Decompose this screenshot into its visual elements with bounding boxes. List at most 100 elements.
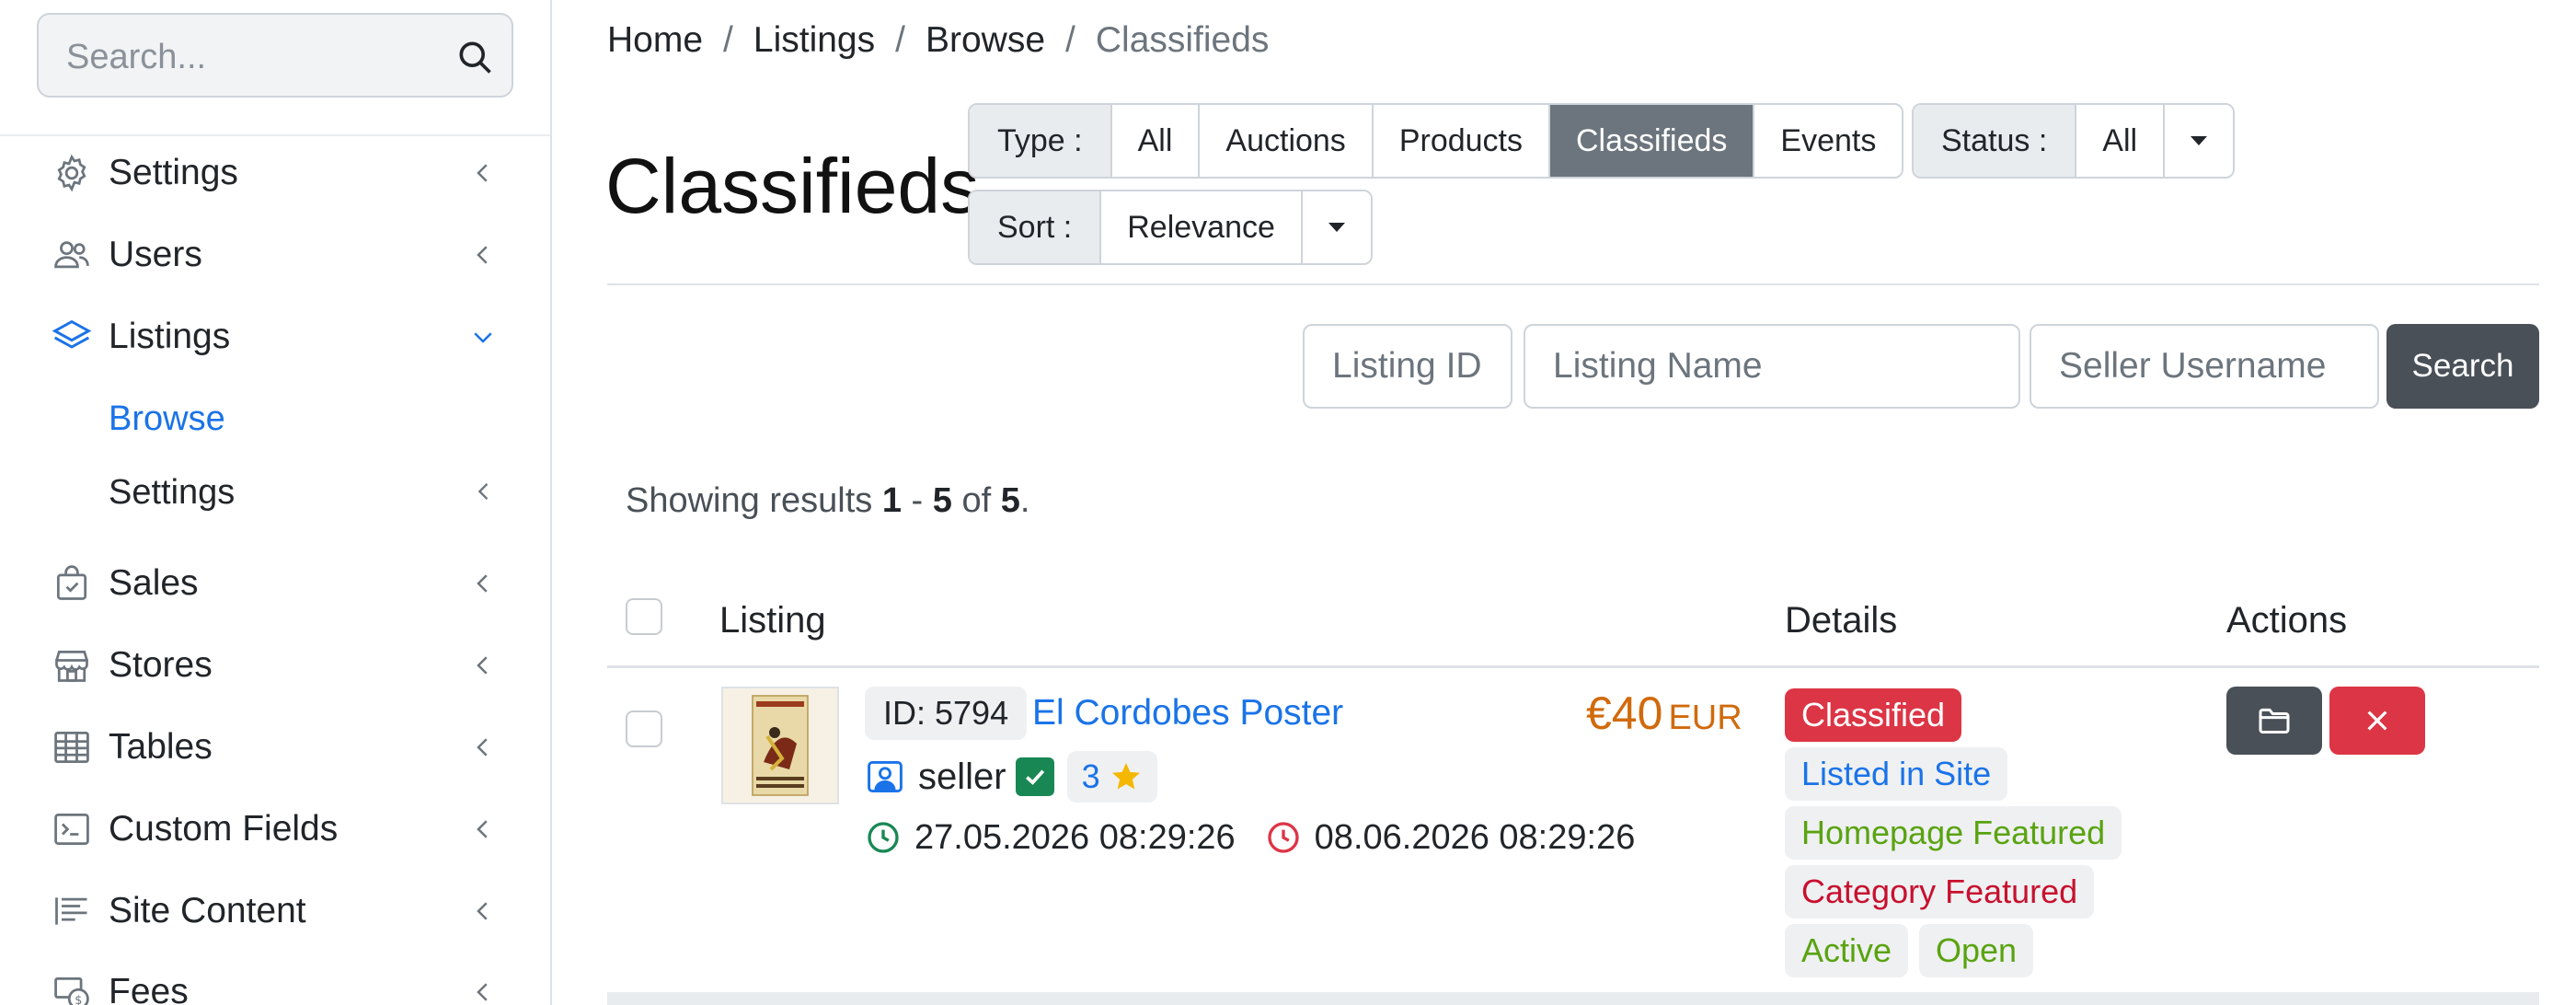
chevron-left-icon	[469, 241, 497, 269]
status-filter-value[interactable]: All	[2076, 105, 2166, 177]
sidebar-item-label: Tables	[109, 727, 213, 767]
delete-button[interactable]	[2329, 687, 2425, 755]
chevron-left-icon	[469, 815, 497, 843]
results-total: 5	[1000, 481, 1020, 520]
sidebar-item-settings[interactable]: Settings	[0, 136, 550, 210]
listing-price: €40 EUR	[1586, 683, 1742, 756]
sidebar-item-listings[interactable]: Listings	[0, 300, 550, 374]
sidebar-item-site-content[interactable]: Site Content	[0, 874, 550, 948]
shopping-bag-icon	[52, 563, 92, 604]
table-header: Listing Details Actions	[607, 589, 2539, 668]
breadcrumb-home[interactable]: Home	[607, 15, 703, 66]
row-checkbox[interactable]	[626, 710, 662, 747]
sort-filter-group: Sort : Relevance	[968, 190, 1373, 265]
listing-title-link[interactable]: El Cordobes Poster	[1032, 687, 1343, 740]
seller-username-placeholder: Seller Username	[2059, 346, 2327, 386]
chevron-left-icon	[469, 734, 497, 761]
seller-username[interactable]: seller	[918, 757, 1006, 798]
breadcrumb-listings[interactable]: Listings	[753, 15, 875, 66]
sidebar-item-stores[interactable]: Stores	[0, 629, 550, 702]
results-dash: -	[911, 481, 924, 520]
search-button[interactable]: Search	[2386, 324, 2539, 409]
type-filter-events[interactable]: Events	[1754, 105, 1903, 177]
type-filter-products[interactable]: Products	[1373, 105, 1550, 177]
sidebar-item-label: Stores	[109, 645, 213, 685]
layers-icon	[52, 317, 92, 357]
price-currency: EUR	[1668, 699, 1742, 737]
caret-down-icon	[1328, 223, 1345, 232]
listing-thumbnail[interactable]	[721, 687, 839, 804]
type-filter-classifieds[interactable]: Classifieds	[1550, 105, 1755, 177]
seller-rating[interactable]: 3	[1066, 751, 1157, 803]
start-clock-icon	[865, 819, 902, 856]
status-filter-label: Status :	[1914, 105, 2077, 177]
breadcrumb-browse[interactable]: Browse	[926, 15, 1045, 66]
column-header-actions: Actions	[2226, 600, 2348, 641]
results-to: 5	[932, 481, 952, 520]
search-icon[interactable]	[454, 37, 495, 77]
star-icon	[1111, 763, 1140, 790]
sidebar-subitem-label: Settings	[109, 473, 236, 512]
sidebar-item-label: Sales	[109, 563, 199, 603]
seller-username-input[interactable]: Seller Username	[2030, 324, 2379, 409]
sidebar-subitem-browse[interactable]: Browse	[0, 387, 550, 451]
gear-icon	[52, 153, 92, 193]
sidebar-item-fees[interactable]: $ Fees	[0, 955, 550, 1005]
breadcrumb-separator: /	[723, 20, 733, 60]
breadcrumb-separator: /	[895, 20, 905, 60]
next-row-edge	[607, 992, 2539, 1005]
user-profile-icon	[865, 757, 905, 797]
sort-dropdown-toggle[interactable]	[1302, 191, 1371, 263]
chevron-left-icon	[469, 652, 497, 679]
close-icon	[2367, 710, 2387, 731]
sidebar-item-users[interactable]: Users	[0, 218, 550, 292]
status-filter-group: Status : All	[1912, 103, 2236, 179]
listing-id-badge: ID: 5794	[865, 687, 1028, 740]
breadcrumb: Home / Listings / Browse / Classifieds	[607, 15, 1269, 66]
type-filter-label: Type :	[970, 105, 1112, 177]
badge-type: Classified	[1785, 688, 1962, 742]
rating-value: 3	[1081, 757, 1100, 795]
sidebar-subitem-label: Browse	[109, 399, 225, 438]
chevron-left-icon	[471, 479, 497, 504]
sidebar-item-label: Settings	[109, 153, 238, 192]
price-amount: €40	[1586, 687, 1663, 739]
header-divider	[607, 283, 2539, 285]
seller-info: seller 3	[865, 749, 1157, 804]
badge-active: Active	[1785, 924, 1909, 977]
results-summary: Showing results 1 - 5 of 5.	[626, 475, 1029, 526]
badge-homepage-featured: Homepage Featured	[1785, 806, 2122, 860]
type-filter-auctions[interactable]: Auctions	[1200, 105, 1374, 177]
terminal-icon	[52, 809, 92, 849]
sidebar-item-tables[interactable]: Tables	[0, 710, 550, 784]
sidebar: Search... Settings Users Listings Browse…	[0, 0, 552, 1005]
sidebar-search-input[interactable]: Search...	[37, 13, 513, 98]
sidebar-subitem-settings[interactable]: Settings	[0, 460, 550, 525]
sidebar-item-label: Custom Fields	[109, 809, 339, 849]
table-row: ID: 5794 El Cordobes Poster €40 EUR selle…	[607, 670, 2539, 1005]
listing-id-input[interactable]: Listing ID	[1303, 324, 1512, 409]
badge-open: Open	[1919, 924, 2034, 977]
sidebar-item-sales[interactable]: Sales	[0, 547, 550, 620]
column-header-details: Details	[1785, 600, 1898, 641]
listing-name-input[interactable]: Listing Name	[1524, 324, 2020, 409]
page-title: Classifieds	[605, 143, 980, 229]
open-folder-button[interactable]	[2226, 687, 2322, 755]
results-suffix: .	[1019, 481, 1030, 520]
sort-filter-label: Sort :	[970, 191, 1102, 263]
sidebar-item-custom-fields[interactable]: Custom Fields	[0, 792, 550, 866]
status-dropdown-toggle[interactable]	[2165, 105, 2234, 177]
select-all-checkbox[interactable]	[626, 598, 662, 635]
chevron-left-icon	[469, 570, 497, 597]
type-filter-group: Type : All Auctions Products Classifieds…	[968, 103, 1904, 179]
sidebar-item-label: Listings	[109, 317, 231, 356]
chevron-down-icon	[469, 323, 497, 351]
sidebar-item-label: Site Content	[109, 891, 306, 930]
end-clock-icon	[1265, 819, 1302, 856]
listing-dates: 27.05.2026 08:29:26 08.06.2026 08:29:26	[865, 810, 1664, 865]
sort-filter-value[interactable]: Relevance	[1101, 191, 1303, 263]
badge-listed-in-site: Listed in Site	[1785, 747, 2008, 801]
listing-name-placeholder: Listing Name	[1553, 346, 1763, 386]
type-filter-all[interactable]: All	[1111, 105, 1201, 177]
users-icon	[52, 235, 92, 275]
